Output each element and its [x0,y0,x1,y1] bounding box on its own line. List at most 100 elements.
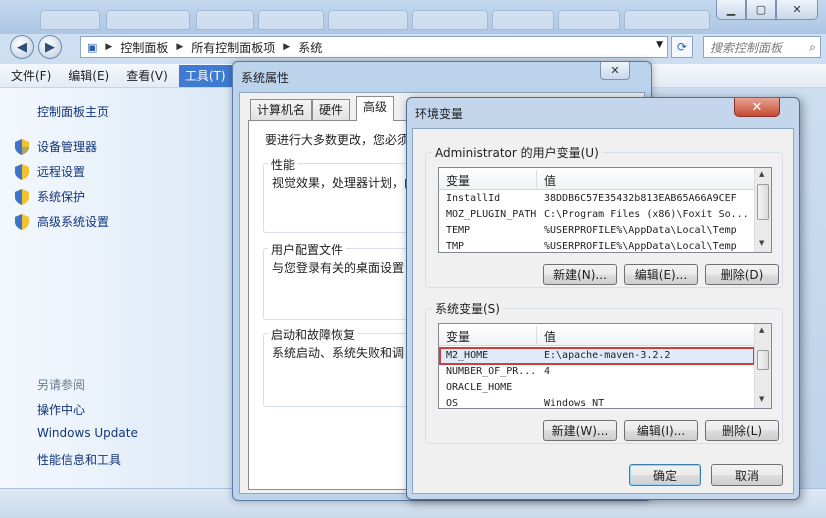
user-variables-group: Administrator 的用户变量(U) 变量 值 InstallId 38… [425,144,783,288]
background-tab[interactable] [492,10,554,30]
background-tab[interactable] [624,10,710,30]
variable-name: TEMP [446,225,471,236]
list-item[interactable]: NUMBER_OF_PR... 4 [439,365,755,381]
see-also-heading: 另请参阅 [37,378,86,392]
search-icon[interactable]: ⌕ [809,40,816,55]
advanced-settings-link[interactable]: 高级系统设置 [14,213,109,230]
breadcrumb-item[interactable]: 控制面板 [120,39,168,56]
user-variables-list[interactable]: 变量 值 InstallId 38DDB6C57E35432b813EAB65A… [438,167,772,253]
background-tab[interactable] [196,10,254,30]
maximize-button[interactable]: ▢ [746,0,776,20]
system-new-button[interactable]: 新建(W)... [543,420,617,441]
tab-computer-name[interactable]: 计算机名 [250,99,313,120]
cancel-button[interactable]: 取消 [711,464,783,486]
list-item[interactable]: OS Windows_NT [439,397,755,409]
group-description: 视觉效果，处理器计划，内 [272,176,417,190]
uac-shield-icon [14,138,30,155]
action-center-link[interactable]: 操作中心 [37,401,85,418]
list-header: 变量 值 [439,324,755,346]
column-divider[interactable] [536,170,537,188]
performance-tools-link[interactable]: 性能信息和工具 [37,451,121,468]
column-header-value[interactable]: 值 [544,172,556,189]
forward-button[interactable]: ▶ [38,35,62,59]
close-icon: ✕ [610,64,620,77]
system-edit-button[interactable]: 编辑(I)... [624,420,698,441]
background-tab[interactable] [106,10,190,30]
close-button[interactable]: ✕ [776,0,818,20]
close-button[interactable]: ✕ [600,62,630,80]
vertical-scrollbar[interactable]: ▲ ▼ [754,168,771,252]
list-item[interactable]: MOZ_PLUGIN_PATH C:\Program Files (x86)\F… [439,208,755,224]
windows-update-link[interactable]: Windows Update [37,426,138,440]
variable-value: 4 [544,366,551,377]
chevron-right-icon[interactable]: ▶ [105,42,112,52]
chevron-right-icon[interactable]: ▶ [176,42,183,52]
dialog-title: 系统属性 [241,71,290,85]
column-header-variable[interactable]: 变量 [446,172,470,189]
user-edit-button[interactable]: 编辑(E)... [624,264,698,285]
menu-tools[interactable]: 工具(T) [178,64,232,87]
search-input[interactable]: 搜索控制面板 ⌕ [703,36,821,58]
back-button[interactable]: ◀ [10,35,34,59]
variable-value: %USERPROFILE%\AppData\Local\Temp [544,241,737,252]
minimize-button[interactable]: ▁ [716,0,746,20]
column-header-value[interactable]: 值 [544,328,556,345]
group-label: 启动和故障恢复 [268,326,359,343]
address-bar[interactable]: ▣ ▶ 控制面板 ▶ 所有控制面板项 ▶ 系统 ▼ [80,36,668,58]
column-header-variable[interactable]: 变量 [446,328,470,345]
list-item[interactable]: TMP %USERPROFILE%\AppData\Local\Temp [439,240,755,252]
background-tab[interactable] [258,10,324,30]
variable-value: Windows_NT [544,398,605,409]
column-divider[interactable] [536,326,537,344]
variable-name: M2_HOME [446,350,489,361]
group-label: 用户配置文件 [268,241,347,258]
system-protection-link[interactable]: 系统保护 [14,188,85,205]
system-variables-label: 系统变量(S) [432,300,503,317]
user-delete-button[interactable]: 删除(D) [705,264,779,285]
device-manager-link[interactable]: 设备管理器 [14,138,97,155]
menu-view[interactable]: 查看(V) [120,65,174,87]
scroll-down-icon[interactable]: ▼ [759,239,764,247]
background-tab[interactable] [412,10,488,30]
list-item-selected[interactable]: M2_HOME E:\apache-maven-3.2.2 [439,347,755,365]
scroll-up-icon[interactable]: ▲ [759,170,764,178]
admin-notice: 要进行大多数更改，您必须 [265,133,410,147]
refresh-button[interactable]: ⟳ [671,36,693,58]
scroll-up-icon[interactable]: ▲ [759,326,764,334]
control-panel-home-link[interactable]: 控制面板主页 [37,103,109,120]
scroll-thumb[interactable] [757,350,769,370]
breadcrumb-item[interactable]: 所有控制面板项 [191,39,275,56]
system-delete-button[interactable]: 删除(L) [705,420,779,441]
variable-name: NUMBER_OF_PR... [446,366,537,377]
variable-value: %USERPROFILE%\AppData\Local\Temp [544,225,737,236]
variable-name: ORACLE_HOME [446,382,513,393]
navigation-bar: ◀ ▶ ▣ ▶ 控制面板 ▶ 所有控制面板项 ▶ 系统 ▼ ⟳ 搜索控制面板 ⌕ [0,32,826,60]
window-controls: ▁ ▢ ✕ [716,0,818,20]
menu-file[interactable]: 文件(F) [5,65,57,87]
list-item[interactable]: ORACLE_HOME [439,381,755,397]
background-tab[interactable] [40,10,100,30]
background-tab[interactable] [328,10,408,30]
control-panel-icon: ▣ [87,40,98,54]
menu-edit[interactable]: 编辑(E) [62,65,115,87]
vertical-scrollbar[interactable]: ▲ ▼ [754,324,771,408]
list-item[interactable]: InstallId 38DDB6C57E35432b813EAB65A66A9C… [439,192,755,208]
scroll-thumb[interactable] [757,184,769,220]
tab-advanced[interactable]: 高级 [356,96,395,121]
list-item[interactable]: TEMP %USERPROFILE%\AppData\Local\Temp [439,224,755,240]
chevron-right-icon[interactable]: ▶ [283,42,290,52]
scroll-down-icon[interactable]: ▼ [759,395,764,403]
system-variables-group: 系统变量(S) 变量 值 M2_HOME E:\apache-maven-3.2… [425,300,783,444]
breadcrumb-item[interactable]: 系统 [298,39,322,56]
background-tab[interactable] [558,10,620,30]
variable-value: 38DDB6C57E35432b813EAB65A66A9CEF [544,193,737,204]
remote-settings-link[interactable]: 远程设置 [14,163,85,180]
ok-button[interactable]: 确定 [629,464,701,486]
user-new-button[interactable]: 新建(N)... [543,264,617,285]
tab-hardware[interactable]: 硬件 [312,99,351,120]
system-variables-list[interactable]: 变量 值 M2_HOME E:\apache-maven-3.2.2 NUMBE… [438,323,772,409]
uac-shield-icon [14,188,30,205]
close-button[interactable]: ✕ [734,98,780,117]
close-icon: ✕ [751,99,763,115]
chevron-down-icon[interactable]: ▼ [656,40,663,50]
